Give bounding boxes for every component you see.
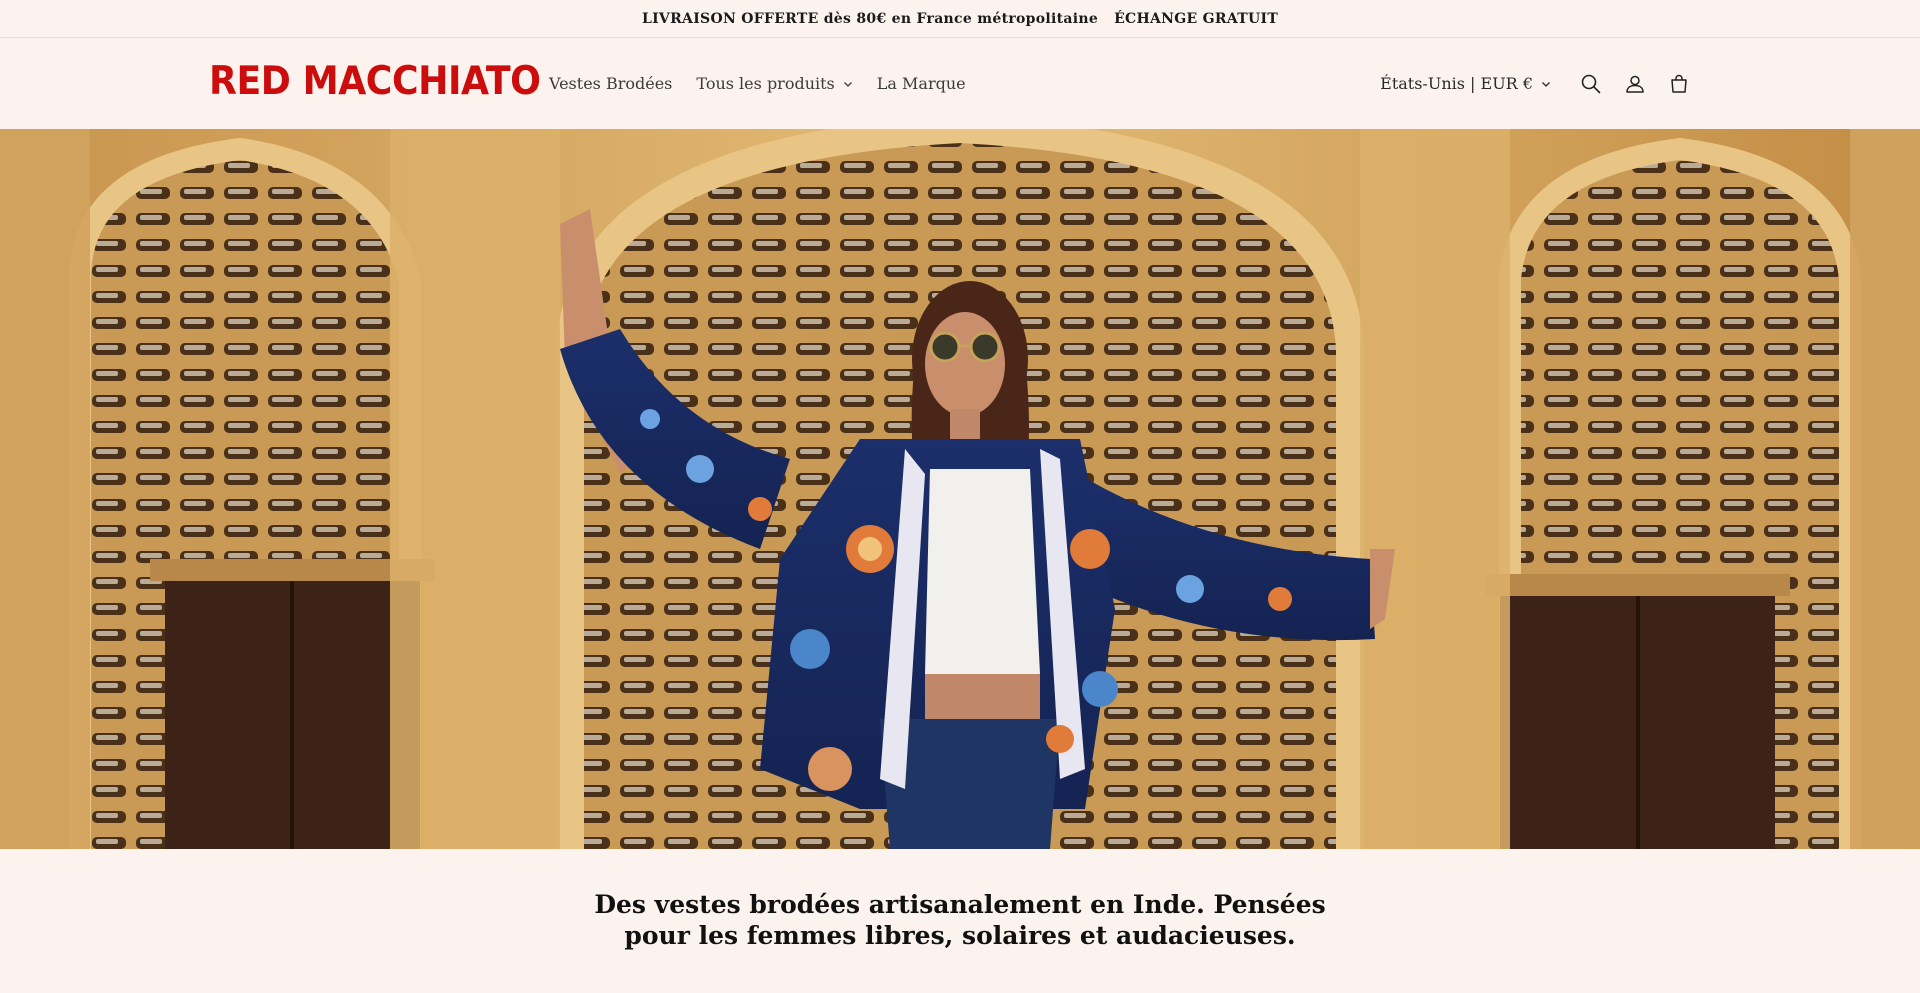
main-nav: Vestes Brodées Tous les produits La Marq… [549,38,966,129]
announcement-exchange: ÉCHANGE GRATUIT [1114,10,1279,27]
tagline-heading: Des vestes brodées artisanalement en Ind… [594,890,1326,950]
cart-button[interactable] [1657,62,1701,106]
nav-item-vestes-brodees[interactable]: Vestes Brodées [549,74,672,93]
nav-item-label: Tous les produits [696,74,835,93]
cart-icon [1671,74,1687,93]
announcement-shipping: LIVRAISON OFFERTE dès 80€ en France métr… [641,10,1099,27]
chevron-down-icon [1542,81,1550,87]
header-tools: États-Unis | EUR € [1380,38,1701,129]
hero-banner[interactable] [0,129,1920,849]
hero-image [0,129,1920,849]
brand-logo[interactable]: RED MACCHIATO [209,62,541,101]
announcement-bar: LIVRAISON OFFERTE dès 80€ en France métr… [0,0,1920,38]
nav-item-label: Vestes Brodées [549,74,673,93]
nav-item-label: La Marque [876,74,966,93]
search-icon [1581,74,1601,93]
chevron-down-icon [843,81,852,87]
tagline-section: Des vestes brodées artisanalement en Ind… [0,849,1920,993]
nav-item-tous-les-produits[interactable]: Tous les produits [696,74,852,93]
search-button[interactable] [1569,62,1613,106]
account-button[interactable] [1613,62,1657,106]
locale-selector[interactable]: États-Unis | EUR € [1380,74,1551,93]
locale-label: États-Unis | EUR € [1380,74,1533,93]
nav-item-la-marque[interactable]: La Marque [877,74,966,93]
site-header: RED MACCHIATO Vestes Brodées Tous les pr… [0,38,1920,129]
account-icon [1626,75,1644,93]
